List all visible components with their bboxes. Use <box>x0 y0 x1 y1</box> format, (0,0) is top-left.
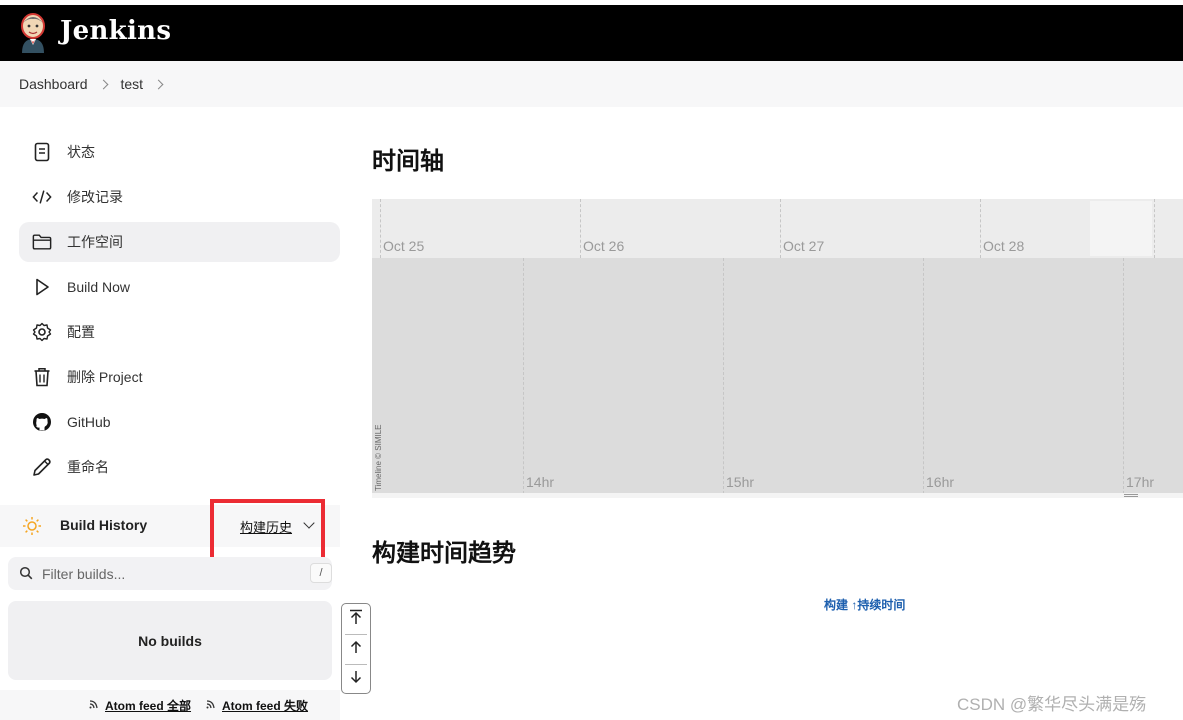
sidebar-item-changes[interactable]: 修改记录 <box>19 177 340 217</box>
build-trend-legend[interactable]: 构建 ↑持续时间 <box>824 596 905 613</box>
top-header: Jenkins <box>0 5 1183 61</box>
atom-feed-failures-link[interactable]: Atom feed 失败 <box>205 697 308 714</box>
timeline-day-label: Oct 27 <box>783 238 825 254</box>
sidebar-item-rename[interactable]: 重命名 <box>19 447 340 487</box>
breadcrumb-dashboard[interactable]: Dashboard <box>19 76 88 92</box>
timeline-hour-label: 15hr <box>726 474 755 490</box>
timeline-title: 时间轴 <box>372 148 444 175</box>
play-icon <box>32 277 52 297</box>
timeline-hour-label: 16hr <box>926 474 955 490</box>
sidebar-item-status[interactable]: 状态 <box>19 132 340 172</box>
timeline-gridline <box>780 199 781 258</box>
sun-icon <box>22 516 42 541</box>
sidebar-item-label: 删除 Project <box>67 369 143 385</box>
build-list-scroll-controls <box>341 603 371 694</box>
keyboard-shortcut-badge: / <box>310 563 332 583</box>
sidebar-item-label: 重命名 <box>67 459 109 475</box>
build-trend-title: 构建时间趋势 <box>372 540 516 567</box>
sidebar-item-build-now[interactable]: Build Now <box>19 267 340 307</box>
timeline-gridline <box>723 258 724 494</box>
timeline-gridline <box>380 199 381 258</box>
timeline-hour-label: 17hr <box>1126 474 1155 490</box>
timeline-gridline <box>580 199 581 258</box>
timeline-day-band[interactable]: Oct 25 Oct 26 Oct 27 Oct 28 <box>372 199 1183 258</box>
timeline-day-label: Oct 26 <box>583 238 625 254</box>
atom-feed-all-link[interactable]: Atom feed 全部 <box>88 697 191 714</box>
filter-builds-box: / <box>8 557 332 590</box>
empty-state-text: No builds <box>138 632 202 649</box>
timeline-bottom-strip <box>372 493 1183 498</box>
feed-label: Atom feed 全部 <box>105 699 192 713</box>
timeline-gridline <box>1123 258 1124 494</box>
sidebar-item-label: 配置 <box>67 324 95 340</box>
sidebar-item-configure[interactable]: 配置 <box>19 312 340 352</box>
scroll-to-top-button[interactable] <box>342 605 370 633</box>
folder-icon <box>32 232 52 252</box>
timeline-gridline <box>523 258 524 494</box>
jenkins-logo-icon[interactable] <box>18 13 48 53</box>
sidebar-item-label: GitHub <box>67 414 111 430</box>
timeline-gridline <box>923 258 924 494</box>
timeline-widget[interactable]: Oct 25 Oct 26 Oct 27 Oct 28 14hr 15hr 16… <box>372 199 1183 498</box>
document-icon <box>32 142 52 162</box>
timeline-gridline <box>980 199 981 258</box>
timeline-resize-handle[interactable] <box>1124 494 1138 497</box>
breadcrumb: Dashboard test <box>0 61 1183 107</box>
timeline-highlight-patch <box>1090 201 1152 256</box>
timeline-hour-label: 14hr <box>526 474 555 490</box>
sidebar-item-workspace[interactable]: 工作空间 <box>19 222 340 262</box>
timeline-day-label: Oct 28 <box>983 238 1025 254</box>
no-builds-message: No builds <box>8 601 332 680</box>
brand-title[interactable]: Jenkins <box>60 16 171 46</box>
timeline-day-label: Oct 25 <box>383 238 425 254</box>
chevron-right-icon[interactable] <box>98 79 108 89</box>
filter-builds-input[interactable] <box>42 563 292 585</box>
arrow-down-icon <box>349 670 363 689</box>
rss-icon <box>205 698 219 713</box>
watermark: CSDN @繁华尽头满是殇 <box>957 695 1147 714</box>
breadcrumb-test[interactable]: test <box>121 76 144 92</box>
scroll-down-button[interactable] <box>342 665 370 693</box>
scroll-up-button[interactable] <box>342 635 370 663</box>
timeline-gridline <box>1154 199 1155 258</box>
sidebar-item-label: 修改记录 <box>67 189 123 205</box>
timeline-credit: Timeline © SIMILE <box>374 424 383 491</box>
trash-icon <box>32 367 52 387</box>
feed-label: Atom feed 失败 <box>222 699 309 713</box>
build-history-title: Build History <box>60 517 148 533</box>
rss-icon <box>88 698 102 713</box>
annotation-highlight-box <box>210 499 325 561</box>
arrow-up-icon <box>349 640 363 659</box>
arrow-to-top-icon <box>349 609 363 630</box>
sidebar-item-delete-project[interactable]: 删除 Project <box>19 357 340 397</box>
sidebar-item-label: 状态 <box>67 144 95 160</box>
search-icon <box>19 566 33 585</box>
github-icon <box>32 412 52 432</box>
gear-icon <box>32 322 52 342</box>
sidebar-item-label: Build Now <box>67 279 131 295</box>
pencil-icon <box>32 457 52 477</box>
atom-feeds-bar: Atom feed 全部 Atom feed 失败 <box>0 690 340 720</box>
sidebar-item-label: 工作空间 <box>67 234 123 250</box>
sidebar-item-github[interactable]: GitHub <box>19 402 340 442</box>
code-icon <box>32 187 52 207</box>
chevron-right-icon[interactable] <box>153 79 164 89</box>
